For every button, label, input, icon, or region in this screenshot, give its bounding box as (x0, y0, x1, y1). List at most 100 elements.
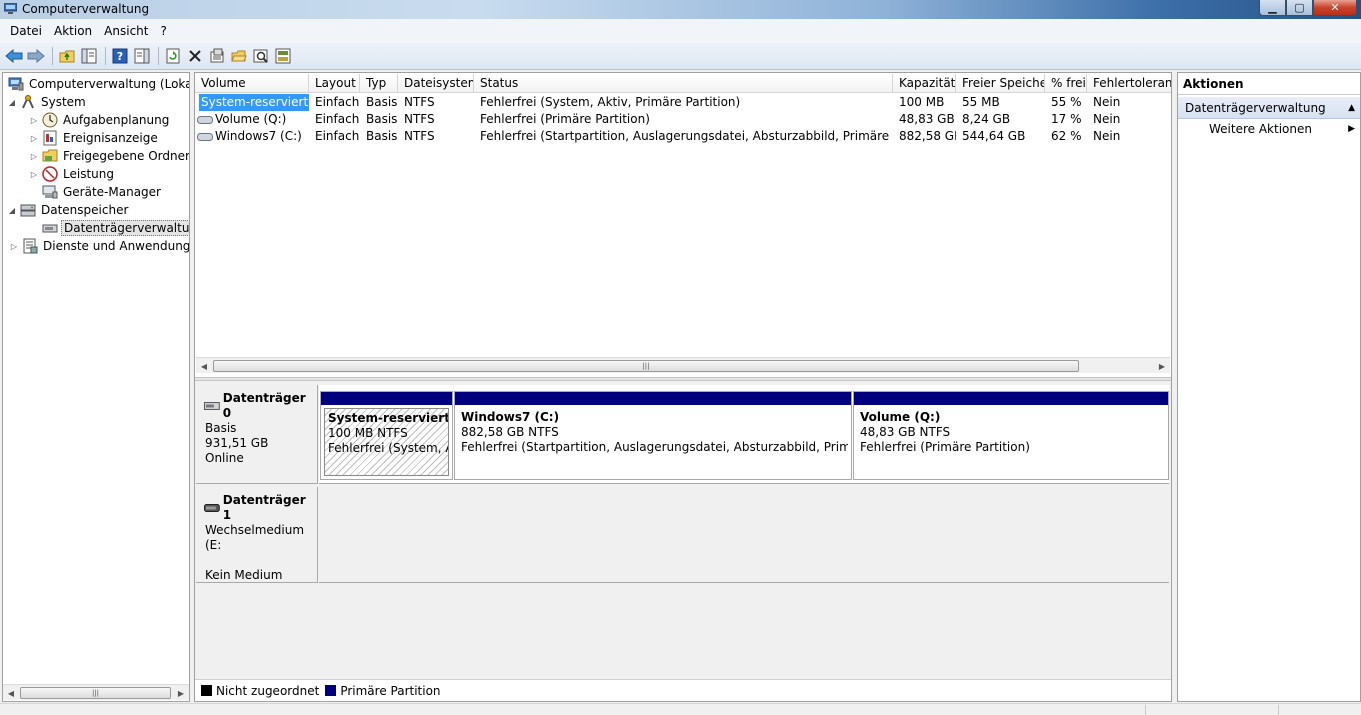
computer-management-icon (8, 76, 24, 92)
open-icon[interactable] (229, 46, 249, 66)
show-action-pane-icon[interactable] (132, 46, 152, 66)
legend-unallocated: Nicht zugeordnet (201, 684, 319, 698)
task-scheduler-icon (42, 112, 58, 128)
tree-item-freigegebene-ordner[interactable]: ▷ Freigegebene Ordner (29, 147, 189, 165)
delete-icon[interactable] (185, 46, 205, 66)
tree-item-geraete-manager[interactable]: Geräte-Manager (39, 183, 163, 201)
properties-icon[interactable] (207, 46, 227, 66)
toolbar: ? (0, 43, 1361, 70)
disk-0-label[interactable]: Datenträger 0 Basis 931,51 GB Online (196, 385, 318, 484)
svg-text:?: ? (117, 50, 123, 63)
column-header-typ[interactable]: Typ (360, 74, 398, 93)
tree-item-datentraegerverwaltung[interactable]: Datenträgerverwaltung (39, 219, 189, 237)
tree-item-root[interactable]: Computerverwaltung (Lokal) (5, 75, 189, 93)
performance-icon (42, 166, 58, 182)
expand-arrow-icon[interactable]: ▷ (29, 116, 39, 125)
column-header-status[interactable]: Status (474, 74, 893, 93)
column-header-layout[interactable]: Layout (309, 74, 360, 93)
tree-item-dienste[interactable]: ▷ Dienste und Anwendungen (9, 237, 189, 255)
tree-item-leistung[interactable]: ▷ Leistung (29, 165, 116, 183)
disk-management-icon (42, 220, 58, 236)
primary-partition-bar (455, 392, 851, 405)
computer-management-icon (4, 3, 17, 14)
status-separator (1145, 705, 1146, 715)
toolbar-separator (52, 47, 53, 65)
close-button[interactable]: ✕ (1313, 0, 1357, 16)
system-tools-icon (20, 94, 36, 110)
volume-row[interactable]: Windows7 (C:) Einfach Basis NTFS Fehlerf… (195, 128, 1171, 145)
window-controls: ▁ ▢ ✕ (1259, 0, 1357, 16)
help-topics-icon[interactable] (273, 46, 293, 66)
scrollbar-thumb[interactable]: ||| (20, 687, 171, 699)
scrollbar-thumb[interactable]: ||| (213, 360, 1079, 372)
navigation-tree: Computerverwaltung (Lokal) ◢ System ▷ Au… (2, 72, 190, 702)
tree-horizontal-scrollbar[interactable]: ◀ ||| ▶ (3, 684, 189, 700)
column-header-volume[interactable]: Volume (195, 74, 309, 93)
partition-windows7-c[interactable]: Windows7 (C:) 882,58 GB NTFS Fehlerfrei … (454, 391, 852, 480)
menu-datei[interactable]: Datei (4, 24, 48, 38)
primary-partition-bar (854, 392, 1168, 405)
device-manager-icon (42, 184, 58, 200)
submenu-arrow-icon: ▶ (1348, 124, 1355, 134)
volume-icon (197, 115, 213, 124)
collapse-up-icon[interactable]: ▲ (1348, 97, 1355, 119)
actions-section-datentraegerverwaltung[interactable]: Datenträgerverwaltung ▲ (1178, 97, 1360, 119)
expand-arrow-icon[interactable]: ▷ (29, 170, 39, 179)
collapse-arrow-icon[interactable]: ◢ (7, 98, 17, 107)
column-header-freier-speicher[interactable]: Freier Speicher (956, 74, 1045, 93)
scroll-left-icon[interactable]: ◀ (196, 358, 212, 374)
disk-1-label[interactable]: Datenträger 1 Wechselmedium (E: Kein Med… (196, 487, 318, 583)
disk-graphic-view: Datenträger 0 Basis 931,51 GB Online Sys… (195, 381, 1171, 681)
column-header-dateisystem[interactable]: Dateisystem (398, 74, 474, 93)
forward-icon[interactable] (26, 46, 46, 66)
menu-bar: Datei Aktion Ansicht ? (0, 19, 1361, 43)
scroll-right-icon[interactable]: ▶ (1154, 358, 1170, 374)
actions-pane: Aktionen Datenträgerverwaltung ▲ Weitere… (1177, 72, 1361, 702)
more-actions-item[interactable]: Weitere Aktionen ▶ (1178, 119, 1360, 139)
removable-disk-icon (204, 504, 220, 512)
menu-aktion[interactable]: Aktion (48, 24, 98, 38)
expand-arrow-icon[interactable]: ▷ (29, 134, 39, 143)
menu-help[interactable]: ? (154, 24, 172, 38)
expand-arrow-icon[interactable]: ▷ (29, 152, 39, 161)
toolbar-separator (158, 47, 159, 65)
column-header-kapazitaet[interactable]: Kapazität (893, 74, 956, 93)
volume-row[interactable]: Volume (Q:) Einfach Basis NTFS Fehlerfre… (195, 111, 1171, 128)
show-tree-icon[interactable] (79, 46, 99, 66)
volume-list-horizontal-scrollbar[interactable]: ◀ ||| ▶ (196, 357, 1170, 373)
partition-volume-q[interactable]: Volume (Q:) 48,83 GB NTFS Fehlerfrei (Pr… (853, 391, 1169, 480)
legend: Nicht zugeordnet Primäre Partition (195, 679, 1171, 701)
back-icon[interactable] (4, 46, 24, 66)
toolbar-separator (105, 47, 106, 65)
partition-system-reserviert[interactable]: System-reserviert 100 MB NTFS Fehlerfrei… (320, 391, 453, 480)
minimize-button[interactable]: ▁ (1259, 0, 1286, 16)
volume-row[interactable]: System-reserviert Einfach Basis NTFS Feh… (195, 94, 1171, 111)
find-icon[interactable] (251, 46, 271, 66)
maximize-button[interactable]: ▢ (1286, 0, 1313, 16)
tree-item-ereignisanzeige[interactable]: ▷ Ereignisanzeige (29, 129, 160, 147)
tree-item-system[interactable]: ◢ System (7, 93, 88, 111)
help-icon[interactable]: ? (110, 46, 130, 66)
refresh-icon[interactable] (163, 46, 183, 66)
expand-arrow-icon[interactable]: ▷ (9, 242, 19, 251)
legend-swatch (201, 685, 212, 696)
column-header-prozent-frei[interactable]: % frei (1045, 74, 1087, 93)
disk-1-empty-area (319, 487, 1169, 583)
event-viewer-icon (42, 130, 58, 146)
tree-item-datenspeicher[interactable]: ◢ Datenspeicher (7, 201, 130, 219)
shared-folders-icon (42, 148, 58, 164)
actions-header: Aktionen (1178, 73, 1360, 95)
up-folder-icon[interactable] (57, 46, 77, 66)
column-header-fehlertoleranz[interactable]: Fehlertoleranz (1087, 74, 1171, 93)
services-icon (22, 238, 38, 254)
scroll-left-icon[interactable]: ◀ (3, 685, 19, 701)
menu-ansicht[interactable]: Ansicht (98, 24, 154, 38)
status-bar (0, 703, 1361, 715)
collapse-arrow-icon[interactable]: ◢ (7, 206, 17, 215)
storage-icon (20, 202, 36, 218)
legend-swatch (325, 685, 337, 696)
status-separator (1278, 705, 1279, 715)
scroll-right-icon[interactable]: ▶ (173, 685, 189, 701)
disk-icon (204, 402, 220, 410)
tree-item-aufgabenplanung[interactable]: ▷ Aufgabenplanung (29, 111, 171, 129)
